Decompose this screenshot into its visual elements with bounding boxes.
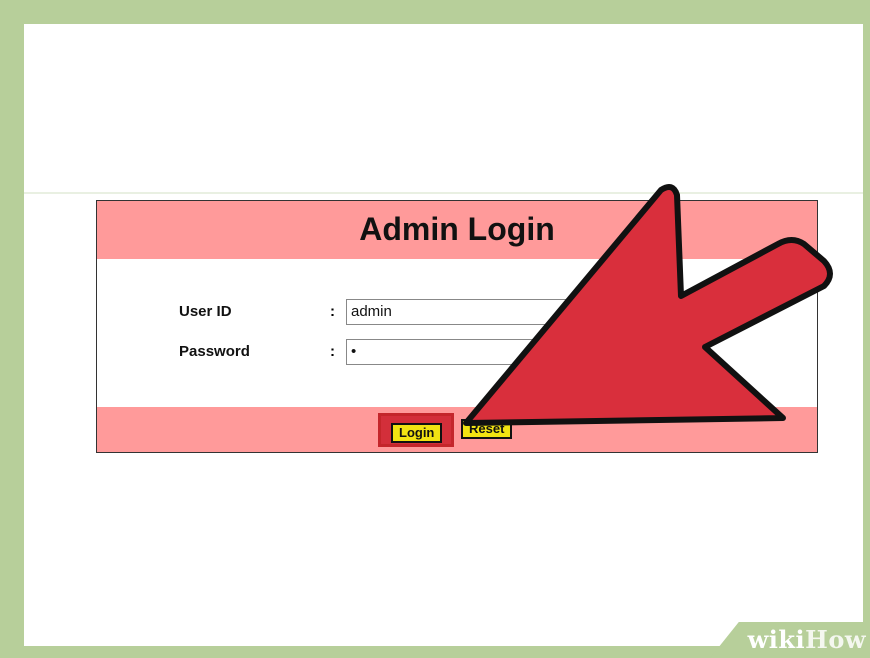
- watermark-how: How: [805, 625, 866, 654]
- watermark-logo: wikiHow: [748, 625, 866, 654]
- pointer-arrow-icon: [463, 183, 833, 426]
- watermark-wiki: wiki: [747, 625, 806, 654]
